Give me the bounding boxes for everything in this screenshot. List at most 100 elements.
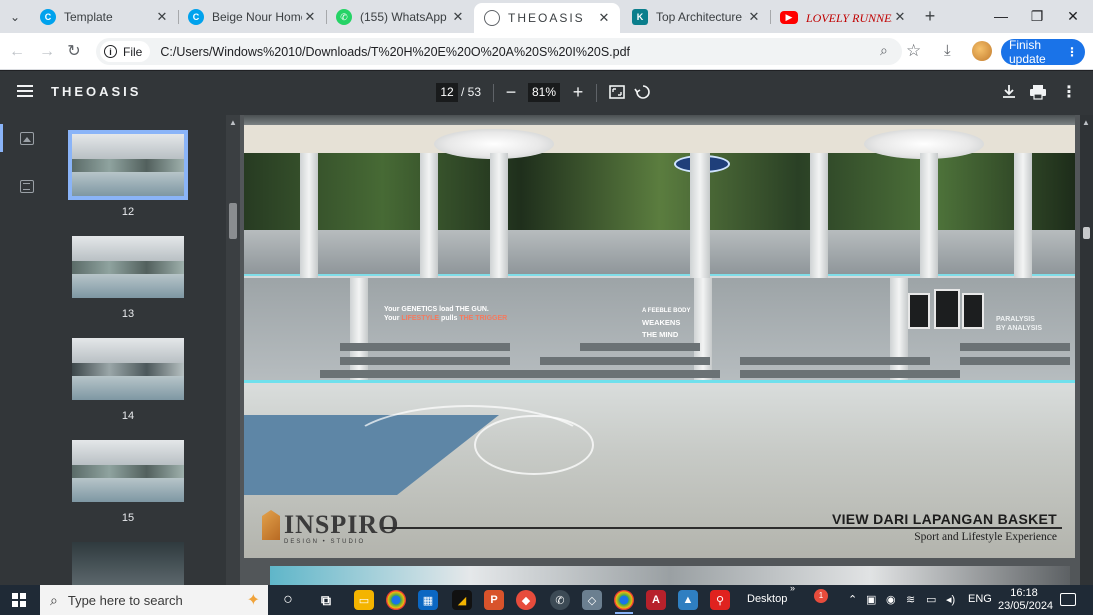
minimize-button[interactable]: —: [983, 4, 1019, 28]
main-scroll-handle[interactable]: [1083, 227, 1090, 239]
thumbnail-page-14[interactable]: [72, 338, 184, 400]
sketchup-icon[interactable]: ◢: [452, 590, 472, 610]
chevron-icon[interactable]: »: [790, 583, 795, 593]
battery-icon[interactable]: ▭: [926, 593, 936, 606]
zoom-in-button[interactable]: +: [569, 81, 587, 103]
app-icon[interactable]: ◆: [516, 590, 536, 610]
whatsapp-icon[interactable]: ✆: [550, 590, 570, 610]
app-icon[interactable]: ◇: [582, 590, 602, 610]
menu-icon[interactable]: [17, 85, 33, 97]
profile-avatar[interactable]: [972, 41, 992, 61]
thumbnail-page-16[interactable]: [72, 542, 184, 585]
scroll-up-arrow-icon[interactable]: ▲: [1082, 118, 1090, 127]
zoom-search-icon[interactable]: ⌕: [880, 42, 888, 59]
thumbnail-label: 12: [121, 206, 135, 218]
downloads-icon[interactable]: ⤓: [944, 42, 951, 59]
whatsapp-icon: ✆: [336, 9, 352, 25]
close-icon[interactable]: ✕: [302, 9, 318, 25]
finish-update-button[interactable]: Finish update ⋮: [1001, 38, 1085, 66]
download-icon[interactable]: [1000, 83, 1018, 101]
system-clock[interactable]: 16:18 23/05/2024: [998, 587, 1053, 613]
microsoft-store-icon[interactable]: ▦: [418, 590, 438, 610]
zoom-input[interactable]: 81%: [528, 83, 560, 102]
thumbnail-scroll-handle[interactable]: [229, 203, 237, 239]
wifi-icon[interactable]: ≋: [906, 593, 915, 606]
tab-search-chevron-icon[interactable]: ⌄: [4, 6, 26, 28]
tab-title: Beige Nour Home an: [212, 10, 302, 24]
chrome-icon[interactable]: [386, 590, 406, 610]
battery-saver-icon[interactable]: ▣: [866, 593, 876, 606]
desktop-toolbar[interactable]: Desktop: [747, 593, 787, 605]
notification-badge-icon[interactable]: 1: [814, 589, 828, 603]
show-hidden-icons[interactable]: ⌃: [848, 593, 857, 606]
back-button[interactable]: ←: [5, 40, 29, 64]
tab-theoasis[interactable]: THEOASIS ✕: [474, 3, 620, 33]
thumbnail-label: 13: [121, 308, 135, 320]
task-view-icon[interactable]: ⧉: [316, 590, 336, 610]
page-number-input[interactable]: 12: [436, 83, 458, 102]
thumbnails-icon[interactable]: [20, 132, 34, 145]
tab-title: LOVELY RUNNER 선: [806, 10, 892, 25]
network-icon[interactable]: ◉: [886, 593, 896, 606]
file-explorer-icon[interactable]: ▭: [354, 590, 374, 610]
action-center-icon[interactable]: [1060, 593, 1076, 606]
thumbnail-page-13[interactable]: [72, 236, 184, 298]
acrobat-icon[interactable]: ⚲: [710, 590, 730, 610]
page-total: / 53: [461, 85, 482, 99]
reload-button[interactable]: ↻: [62, 40, 86, 64]
wall-frame: [962, 293, 984, 329]
close-icon[interactable]: ✕: [746, 9, 762, 25]
address-bar[interactable]: i File C:/Users/Windows%2010/Downloads/T…: [96, 38, 902, 65]
tab-title: THEOASIS: [508, 11, 585, 25]
bookmark-star-icon[interactable]: ☆: [906, 41, 921, 61]
url-text[interactable]: C:/Users/Windows%2010/Downloads/T%20H%20…: [160, 45, 630, 59]
zoom-out-button[interactable]: −: [502, 81, 520, 103]
photos-icon[interactable]: ▲: [678, 590, 698, 610]
rotate-icon[interactable]: [634, 83, 652, 101]
tab-lovely-runner[interactable]: ▶ LOVELY RUNNER 선 ✕: [770, 3, 916, 31]
slide-title: VIEW DARI LAPANGAN BASKET: [831, 511, 1057, 527]
tab-top-architecture[interactable]: K Top Architecture Quo ✕: [622, 3, 771, 31]
fit-to-page-icon[interactable]: [608, 83, 626, 101]
document-outline-icon[interactable]: [20, 180, 34, 193]
close-window-button[interactable]: ✕: [1055, 4, 1091, 28]
cortana-icon[interactable]: ○: [278, 590, 298, 610]
close-icon[interactable]: ✕: [450, 9, 466, 25]
volume-icon[interactable]: ◂): [946, 593, 955, 606]
taskbar-search-box[interactable]: ⌕ Type here to search ✦: [40, 585, 268, 615]
wall-quote-paralysis: PARALYSIS BY ANALYSIS: [996, 316, 1043, 332]
wall-frame: [908, 293, 930, 329]
thumbnail-scrollbar[interactable]: ▲: [226, 115, 240, 585]
language-indicator[interactable]: ENG: [968, 593, 992, 605]
main-scrollbar[interactable]: ▲: [1080, 115, 1093, 585]
site-info-chip[interactable]: i File: [100, 41, 151, 62]
print-icon[interactable]: [1029, 83, 1047, 101]
scroll-up-arrow-icon[interactable]: ▲: [229, 118, 237, 127]
more-actions-icon[interactable]: ⋮: [1061, 82, 1077, 102]
powerpoint-icon[interactable]: P: [484, 590, 504, 610]
pdf-toolbar: THEOASIS 12 / 53 − 81% + ⋮: [0, 71, 1093, 115]
windows-start-icon[interactable]: [12, 593, 26, 607]
thumbnail-page-15[interactable]: [72, 440, 184, 502]
close-icon[interactable]: ✕: [596, 10, 612, 26]
search-highlight-icon: ✦: [246, 592, 260, 609]
document-title: THEOASIS: [51, 84, 142, 99]
tab-template[interactable]: C Template ✕: [30, 3, 179, 31]
tab-beige-nour[interactable]: C Beige Nour Home an ✕: [178, 3, 327, 31]
inspiro-logo-mark-icon: [262, 510, 280, 540]
close-icon[interactable]: ✕: [892, 9, 908, 25]
wall-quote-feeble-body: A FEEBLE BODY WEAKENS THE MIND: [642, 308, 691, 339]
new-tab-button[interactable]: +: [920, 6, 940, 26]
close-icon[interactable]: ✕: [154, 9, 170, 25]
archdaily-icon: K: [632, 9, 648, 25]
thumbnail-panel: 12 13 14 15: [52, 115, 226, 585]
thumbnail-page-12[interactable]: [68, 130, 188, 200]
tab-whatsapp[interactable]: ✆ (155) WhatsApp ✕: [326, 3, 474, 31]
restore-button[interactable]: ❐: [1019, 4, 1055, 28]
forward-button[interactable]: →: [35, 40, 59, 64]
tab-strip: ⌄ C Template ✕ C Beige Nour Home an ✕ ✆ …: [0, 0, 1093, 33]
inspiro-logo: INSPIRO DESIGN • STUDIO: [262, 510, 399, 545]
autocad-icon[interactable]: A: [646, 590, 666, 610]
canva-icon: C: [40, 9, 56, 25]
chrome-icon[interactable]: [614, 590, 634, 610]
